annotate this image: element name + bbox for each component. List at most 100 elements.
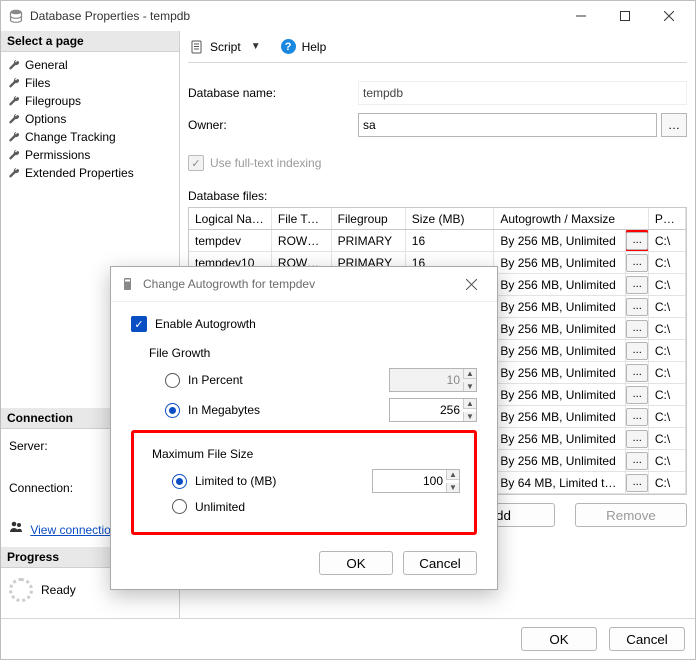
sidebar-item-label: Files <box>25 76 50 90</box>
spin-down-icon[interactable]: ▼ <box>463 412 476 421</box>
autogrowth-edit-button[interactable]: ... <box>626 474 648 492</box>
remove-button[interactable]: Remove <box>575 503 687 527</box>
cell-autogrowth: By 256 MB, Unlimited <box>494 340 626 362</box>
sidebar-item-options[interactable]: Options <box>5 110 175 128</box>
dialog-ok-button[interactable]: OK <box>319 551 393 575</box>
col-logical-name[interactable]: Logical Name <box>189 208 271 230</box>
limited-radio[interactable] <box>172 474 187 489</box>
spin-up-icon: ▲ <box>463 369 476 379</box>
fulltext-label: Use full-text indexing <box>210 156 321 170</box>
cell-path: C:\ <box>648 406 685 428</box>
database-icon <box>9 9 23 23</box>
enable-autogrowth-checkbox[interactable]: ✓ Enable Autogrowth <box>131 316 477 332</box>
wrench-icon <box>7 148 21 162</box>
help-icon: ? <box>281 39 296 54</box>
dialog-cancel-button[interactable]: Cancel <box>403 551 477 575</box>
col-file-type[interactable]: File Type <box>271 208 331 230</box>
autogrowth-edit-button[interactable]: ... <box>626 408 648 426</box>
view-connection-link[interactable]: View connectio <box>30 523 111 537</box>
wrench-icon <box>7 112 21 126</box>
col-autogrowth[interactable]: Autogrowth / Maxsize <box>494 208 649 230</box>
script-icon <box>190 40 204 54</box>
cell-path: C:\ <box>648 428 685 450</box>
filegrowth-label: File Growth <box>149 346 477 360</box>
window-title: Database Properties - tempdb <box>30 9 190 23</box>
enable-autogrowth-label: Enable Autogrowth <box>155 317 256 331</box>
dbfiles-label: Database files: <box>188 189 687 203</box>
help-button[interactable]: Help <box>302 40 327 54</box>
script-dropdown[interactable]: ▼ <box>251 41 261 52</box>
dbname-label: Database name: <box>188 86 358 100</box>
maximize-button[interactable] <box>603 2 647 30</box>
cell-filegroup: PRIMARY <box>331 230 405 252</box>
progress-status: Ready <box>41 583 76 597</box>
cell-size: 16 <box>405 230 494 252</box>
autogrowth-edit-button[interactable]: ... <box>626 254 648 272</box>
cancel-button[interactable]: Cancel <box>609 627 685 651</box>
megabytes-radio[interactable] <box>165 403 180 418</box>
sidebar-item-change-tracking[interactable]: Change Tracking <box>5 128 175 146</box>
cell-path: C:\ <box>648 340 685 362</box>
toolbar: Script ▼ ? Help <box>188 39 687 63</box>
cell-path: C:\ <box>648 252 685 274</box>
spin-down-icon[interactable]: ▼ <box>446 483 459 492</box>
cell-logical-name: tempdev <box>189 230 271 252</box>
cell-autogrowth: By 256 MB, Unlimited <box>494 384 626 406</box>
spinner-icon <box>9 578 33 602</box>
cell-path: C:\ <box>648 230 685 252</box>
autogrowth-edit-button[interactable]: ... <box>626 276 648 294</box>
script-button[interactable]: Script <box>210 40 241 54</box>
dialog-title: Change Autogrowth for tempdev <box>143 277 455 291</box>
owner-field[interactable] <box>358 113 657 137</box>
percent-radio[interactable] <box>165 373 180 388</box>
autogrowth-edit-button[interactable]: ... <box>626 386 648 404</box>
table-row[interactable]: tempdevROWS...PRIMARY16By 256 MB, Unlimi… <box>189 230 686 252</box>
sidebar-item-extended-properties[interactable]: Extended Properties <box>5 164 175 182</box>
col-path[interactable]: Path <box>648 208 685 230</box>
sidebar-item-label: Permissions <box>25 148 90 162</box>
fulltext-checkbox: ✓ Use full-text indexing <box>188 155 687 171</box>
people-icon <box>9 520 23 534</box>
sidebar-item-general[interactable]: General <box>5 56 175 74</box>
ok-button[interactable]: OK <box>521 627 597 651</box>
cell-path: C:\ <box>648 274 685 296</box>
cell-path: C:\ <box>648 362 685 384</box>
autogrowth-edit-button[interactable]: ... <box>626 232 648 250</box>
autogrowth-edit-button[interactable]: ... <box>626 364 648 382</box>
dialog-footer: OK Cancel <box>1 618 695 659</box>
limited-label: Limited to (MB) <box>195 474 276 488</box>
col-size[interactable]: Size (MB) <box>405 208 494 230</box>
autogrowth-edit-button[interactable]: ... <box>626 342 648 360</box>
cell-path: C:\ <box>648 472 685 494</box>
spin-up-icon[interactable]: ▲ <box>446 470 459 480</box>
unlimited-radio[interactable] <box>172 499 187 514</box>
spin-up-icon[interactable]: ▲ <box>463 399 476 409</box>
sidebar-item-filegroups[interactable]: Filegroups <box>5 92 175 110</box>
spin-down-icon: ▼ <box>463 382 476 391</box>
sidebar-item-label: General <box>25 58 68 72</box>
maxsize-highlight: Maximum File Size Limited to (MB) ▲ ▼ Un… <box>131 430 477 535</box>
cell-autogrowth: By 256 MB, Unlimited <box>494 428 626 450</box>
minimize-button[interactable] <box>559 2 603 30</box>
autogrowth-dialog: Change Autogrowth for tempdev ✓ Enable A… <box>110 266 498 590</box>
sidebar-item-permissions[interactable]: Permissions <box>5 146 175 164</box>
owner-browse-button[interactable]: … <box>661 113 687 137</box>
cell-path: C:\ <box>648 450 685 472</box>
cell-autogrowth: By 256 MB, Unlimited <box>494 252 626 274</box>
cell-autogrowth: By 64 MB, Limited to 2... <box>494 472 626 494</box>
megabytes-label: In Megabytes <box>188 403 260 417</box>
autogrowth-edit-button[interactable]: ... <box>626 452 648 470</box>
autogrowth-edit-button[interactable]: ... <box>626 430 648 448</box>
autogrowth-edit-button[interactable]: ... <box>626 320 648 338</box>
maxsize-label: Maximum File Size <box>152 447 460 461</box>
cell-file-type: ROWS... <box>271 230 331 252</box>
dialog-close-button[interactable] <box>455 270 487 298</box>
close-button[interactable] <box>647 2 691 30</box>
cell-path: C:\ <box>648 384 685 406</box>
autogrowth-edit-button[interactable]: ... <box>626 298 648 316</box>
col-filegroup[interactable]: Filegroup <box>331 208 405 230</box>
sidebar-item-files[interactable]: Files <box>5 74 175 92</box>
sidebar-item-label: Options <box>25 112 66 126</box>
unlimited-label: Unlimited <box>195 500 245 514</box>
titlebar: Database Properties - tempdb <box>1 1 695 31</box>
